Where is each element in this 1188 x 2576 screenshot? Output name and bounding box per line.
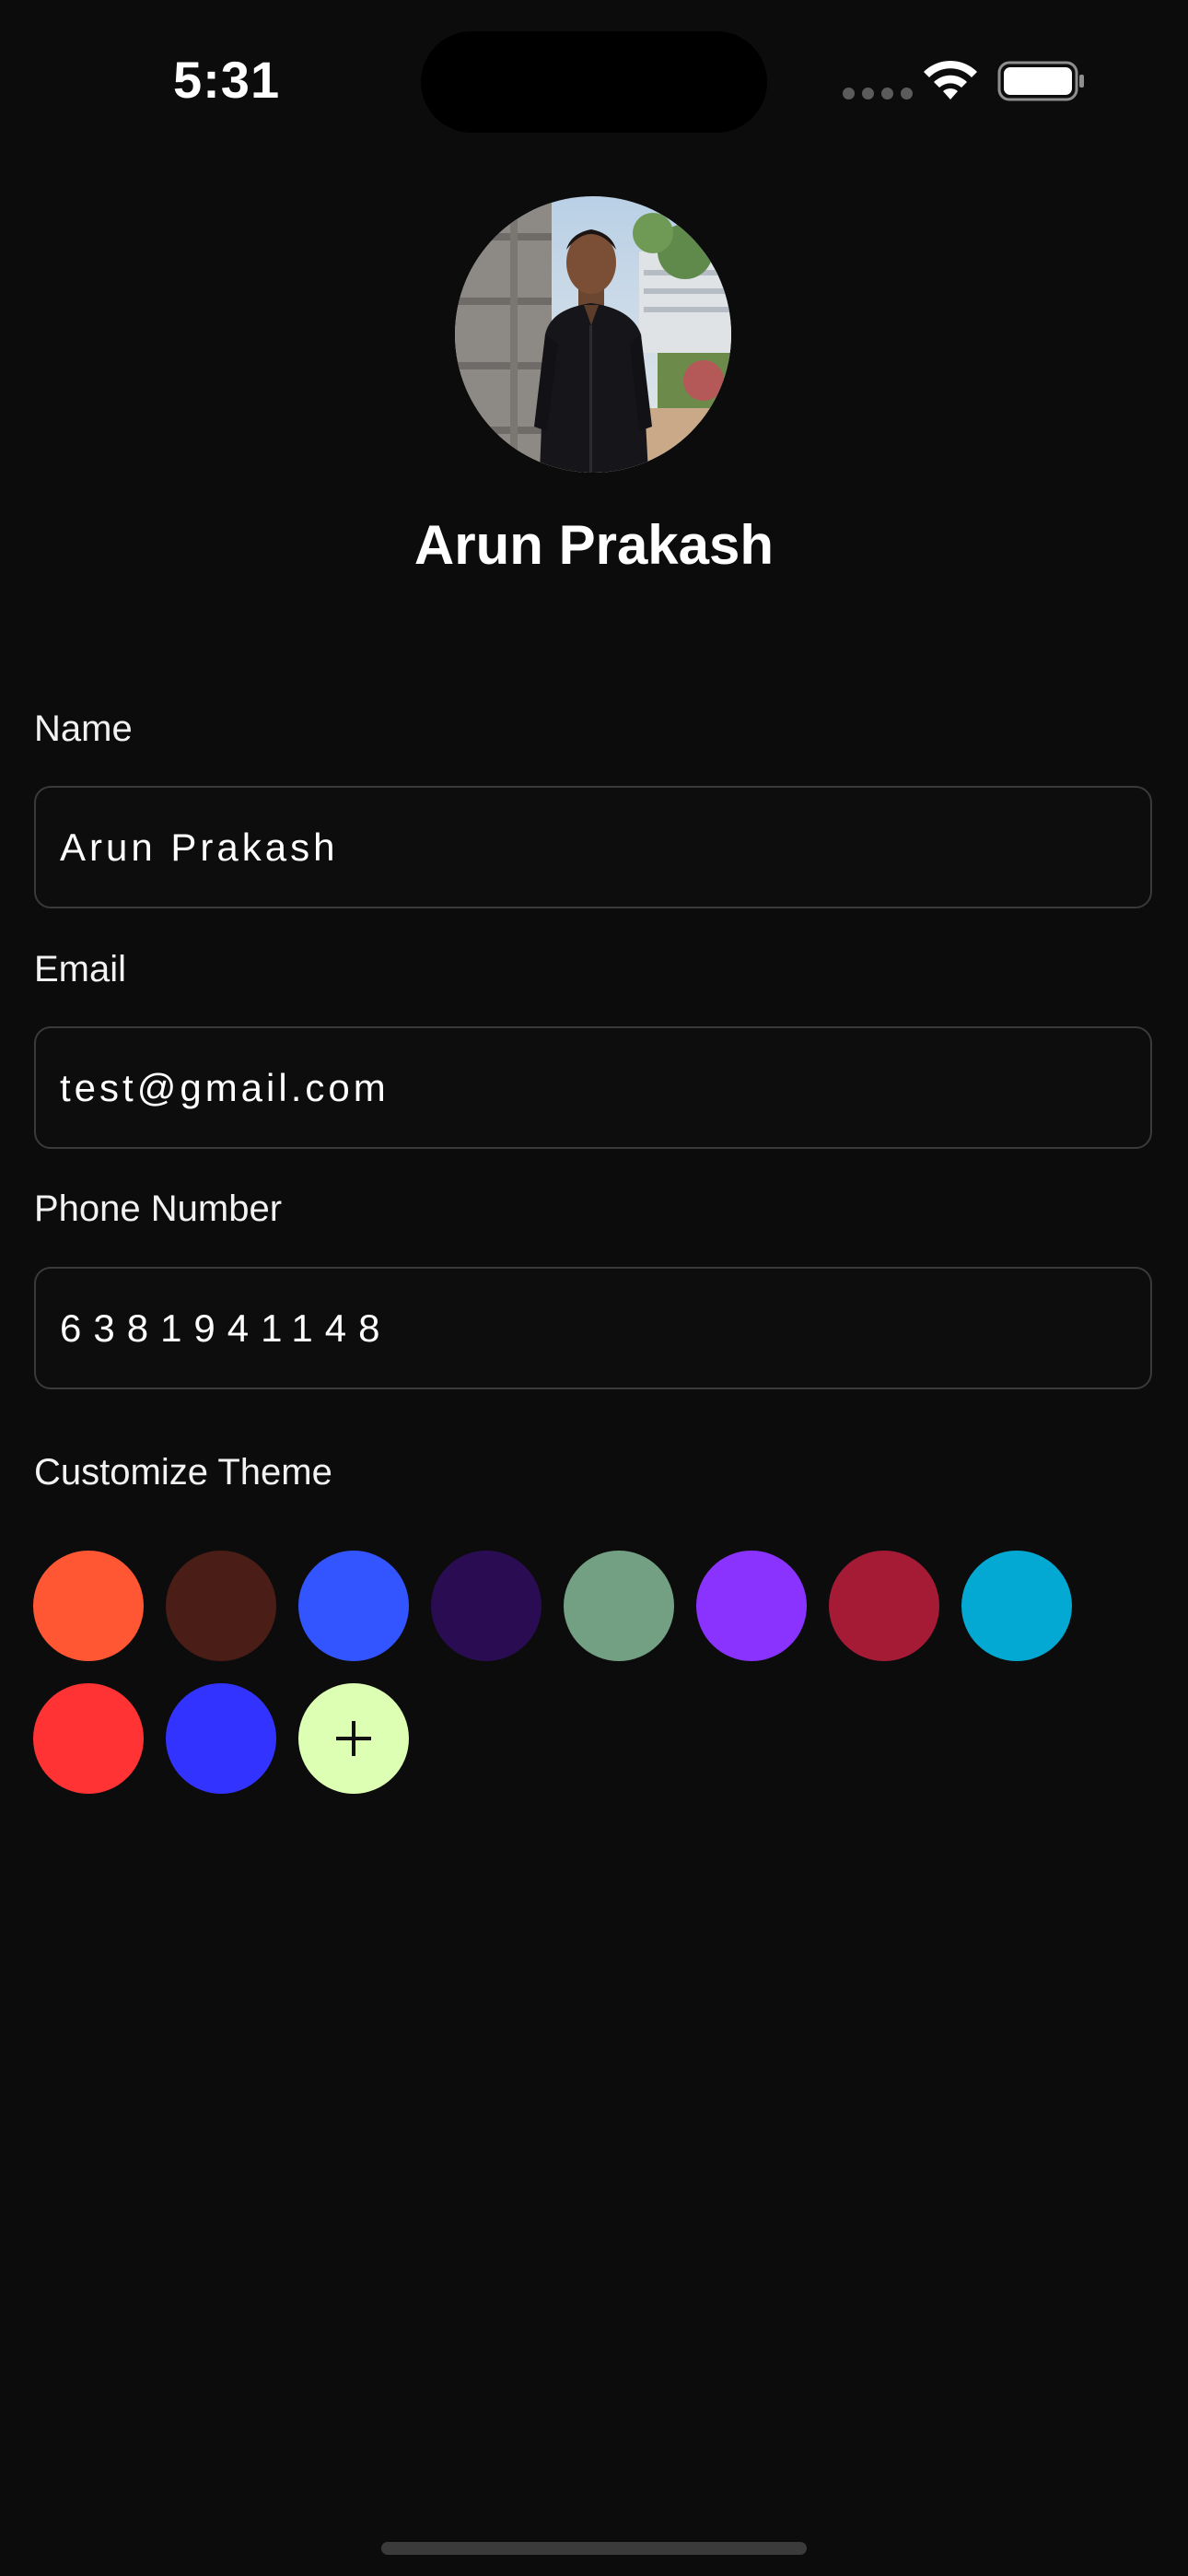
theme-swatch[interactable] bbox=[696, 1551, 807, 1661]
profile-name: Arun Prakash bbox=[413, 514, 775, 576]
theme-swatch[interactable] bbox=[298, 1551, 409, 1661]
theme-swatch[interactable] bbox=[33, 1683, 144, 1794]
phone-number-label: Phone Number bbox=[34, 1188, 283, 1229]
name-field[interactable]: Arun Prakash bbox=[34, 786, 1152, 908]
profile-photo-icon bbox=[455, 196, 731, 473]
wifi-icon bbox=[924, 60, 977, 100]
profile-avatar[interactable] bbox=[455, 196, 731, 473]
email-label: Email bbox=[34, 949, 127, 989]
cellular-signal-icon bbox=[843, 88, 913, 100]
plus-icon bbox=[336, 1721, 371, 1756]
theme-swatch[interactable] bbox=[829, 1551, 939, 1661]
email-field[interactable]: test@gmail.com bbox=[34, 1026, 1152, 1149]
dynamic-island bbox=[421, 31, 767, 133]
theme-swatch[interactable] bbox=[166, 1683, 276, 1794]
add-theme-button[interactable] bbox=[298, 1683, 409, 1794]
theme-swatch[interactable] bbox=[33, 1551, 144, 1661]
theme-swatch[interactable] bbox=[431, 1551, 542, 1661]
theme-swatch[interactable] bbox=[961, 1551, 1072, 1661]
home-indicator[interactable] bbox=[381, 2542, 807, 2555]
status-time: 5:31 bbox=[173, 51, 281, 109]
email-field-value: test@gmail.com bbox=[60, 1066, 390, 1109]
name-field-value: Arun Prakash bbox=[60, 825, 339, 869]
name-label: Name bbox=[34, 708, 133, 749]
battery-icon bbox=[997, 61, 1084, 101]
theme-swatch[interactable] bbox=[166, 1551, 276, 1661]
theme-swatch[interactable] bbox=[564, 1551, 674, 1661]
customize-theme-label: Customize Theme bbox=[34, 1452, 332, 1493]
phone-number-field[interactable]: 6381941148 bbox=[34, 1267, 1152, 1389]
phone-number-field-value: 6381941148 bbox=[60, 1306, 392, 1350]
